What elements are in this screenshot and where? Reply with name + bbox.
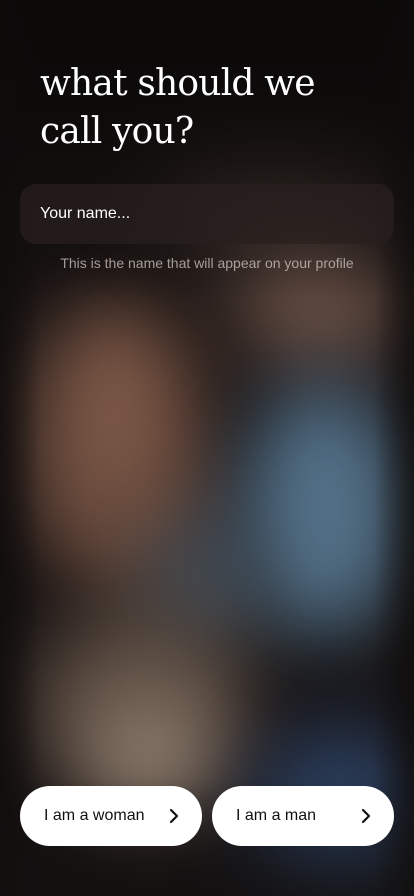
page-title: what should we call you? bbox=[40, 63, 316, 152]
name-helper-text: This is the name that will appear on you… bbox=[60, 255, 354, 271]
chevron-right-icon bbox=[169, 808, 179, 824]
i-am-a-woman-label: I am a woman bbox=[44, 807, 145, 824]
i-am-a-man-button[interactable]: I am a man bbox=[212, 786, 394, 846]
i-am-a-woman-button[interactable]: I am a woman bbox=[20, 786, 202, 846]
name-input[interactable] bbox=[20, 184, 394, 244]
chevron-right-icon bbox=[361, 808, 371, 824]
name-entry-screen: what should we call you? This is the nam… bbox=[0, 0, 414, 896]
i-am-a-man-label: I am a man bbox=[236, 807, 317, 824]
